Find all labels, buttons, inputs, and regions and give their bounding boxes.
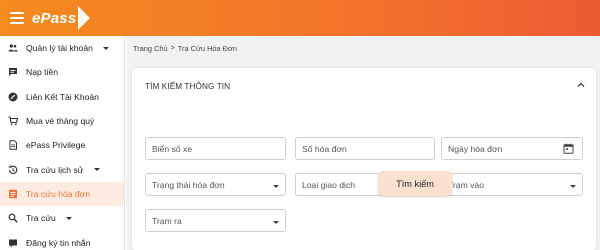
message-icon	[8, 238, 18, 248]
main-content: Trang Chủ > Tra Cứu Hóa Đơn TÌM KIẾM THÔ…	[126, 36, 600, 250]
field-placeholder: Số hóa đơn	[302, 143, 347, 154]
sidebar-item-sms-register[interactable]: Đăng ký tin nhắn	[0, 230, 124, 250]
sidebar-item-privilege[interactable]: ePass Privilege	[0, 133, 124, 157]
field-placeholder: Trạng thái hóa đơn	[152, 179, 225, 190]
invoice-number-input[interactable]: Số hóa đơn	[295, 137, 435, 160]
document-icon	[8, 140, 18, 151]
breadcrumb-separator: >	[170, 45, 175, 52]
logo-text: ePass	[32, 9, 77, 27]
chevron-down-icon	[273, 185, 279, 188]
logo-arrow-icon	[78, 6, 91, 30]
field-placeholder: Ngày hóa đơn	[448, 143, 503, 154]
sidebar-item-top-up[interactable]: Nạp tiền	[0, 60, 124, 84]
sidebar-item-account-management[interactable]: Quản lý tài khoản	[0, 36, 124, 60]
chevron-down-icon	[273, 221, 279, 224]
search-card: TÌM KIẾM THÔNG TIN Biển số xe Số hóa đơn…	[132, 68, 596, 250]
field-placeholder: Biển số xe	[152, 143, 193, 154]
sidebar-item-label: Tra cứu	[26, 213, 56, 224]
history-icon	[8, 164, 18, 175]
station-in-select[interactable]: Trạm vào	[441, 173, 583, 196]
chevron-down-icon	[102, 46, 109, 50]
chevron-down-icon	[570, 185, 576, 188]
invoice-date-input[interactable]: Ngày hóa đơn	[441, 137, 583, 160]
field-placeholder: Trạm ra	[152, 215, 182, 226]
sidebar-item-label: Nạp tiền	[26, 67, 59, 78]
chevron-down-icon	[93, 168, 100, 172]
invoice-icon	[8, 189, 18, 199]
calendar-icon[interactable]	[563, 143, 574, 154]
breadcrumb: Trang Chủ > Tra Cứu Hóa Đơn	[133, 44, 237, 53]
sidebar-item-label: Liên Kết Tài Khoản	[26, 91, 99, 102]
invoice-status-select[interactable]: Trạng thái hóa đơn	[145, 173, 286, 196]
plate-number-input[interactable]: Biển số xe	[145, 137, 286, 160]
field-placeholder: Trạm vào	[448, 179, 484, 190]
sidebar-item-history[interactable]: Tra cứu lịch sử	[0, 157, 124, 181]
chevron-up-icon[interactable]	[576, 80, 586, 90]
card-title: TÌM KIẾM THÔNG TIN	[145, 82, 231, 91]
sidebar-item-invoice-lookup[interactable]: Tra cứu hóa đơn	[0, 181, 124, 207]
chat-icon	[8, 67, 18, 77]
link-circle-icon	[8, 92, 18, 102]
breadcrumb-home[interactable]: Trang Chủ	[133, 44, 168, 53]
sidebar-item-lookup[interactable]: Tra cứu	[0, 206, 124, 230]
breadcrumb-current: Tra Cứu Hóa Đơn	[177, 44, 237, 53]
menu-icon[interactable]	[4, 0, 30, 36]
epass-logo[interactable]: ePass	[32, 6, 91, 30]
search-icon	[8, 213, 18, 223]
top-header: ePass	[0, 0, 600, 36]
sidebar-item-label: Tra cứu lịch sử	[26, 164, 84, 175]
sidebar-item-label: Tra cứu hóa đơn	[26, 188, 91, 199]
sidebar-item-label: Đăng ký tin nhắn	[26, 237, 91, 248]
sidebar-item-buy-ticket[interactable]: Mua vé tháng quý	[0, 109, 124, 133]
search-button[interactable]: Tìm kiếm	[378, 171, 452, 196]
sidebar-item-label: Quản lý tài khoản	[26, 43, 93, 54]
chevron-down-icon	[65, 216, 72, 220]
sidebar-item-label: ePass Privilege	[26, 140, 86, 151]
sidebar-item-link-account[interactable]: Liên Kết Tài Khoản	[0, 85, 124, 109]
users-icon	[8, 43, 18, 53]
cart-icon	[8, 116, 18, 126]
station-out-select[interactable]: Trạm ra	[145, 209, 286, 232]
sidebar: Quản lý tài khoản Nạp tiền Liên Kết Tài …	[0, 36, 125, 250]
sidebar-item-label: Mua vé tháng quý	[26, 116, 95, 127]
